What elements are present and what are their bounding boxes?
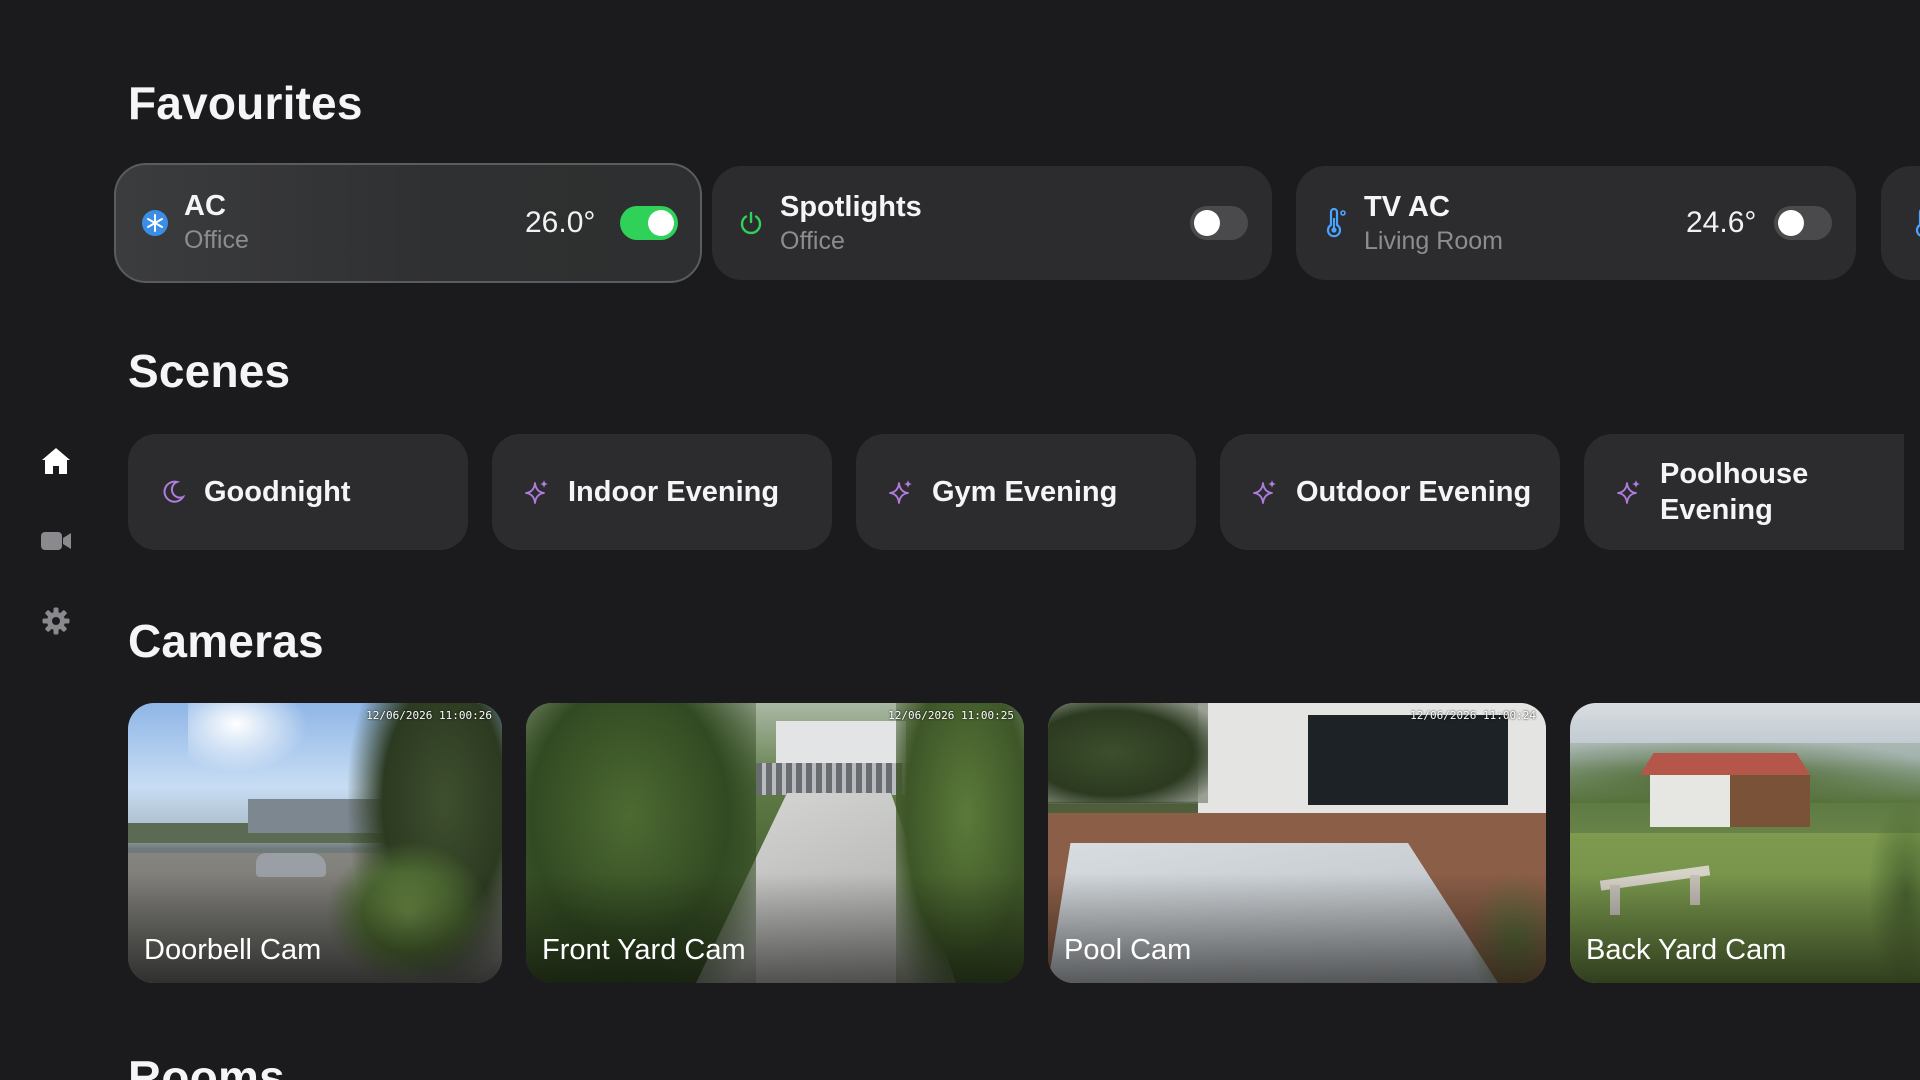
nav-cameras-button[interactable] — [36, 521, 76, 561]
camera-tile-doorbell[interactable]: 12/06/2026 11:00:26 Doorbell Cam — [128, 703, 502, 983]
favourite-toggle-spotlights[interactable] — [1190, 206, 1248, 240]
favourite-toggle-ac[interactable] — [620, 206, 678, 240]
scene-goodnight[interactable]: Goodnight — [128, 434, 468, 550]
camera-tile-pool[interactable]: 12/06/2026 11:00:24 Pool Cam — [1048, 703, 1546, 983]
scene-label: Gym Evening — [932, 476, 1118, 508]
scene-indoor-evening[interactable]: Indoor Evening — [492, 434, 832, 550]
camera-label: Back Yard Cam — [1586, 934, 1787, 966]
favourite-text: AC Office — [184, 189, 249, 257]
nav-settings-button[interactable] — [36, 601, 76, 641]
scene-outdoor-evening[interactable]: Outdoor Evening — [1220, 434, 1560, 550]
favourite-name: Spotlights — [780, 191, 922, 223]
camera-timestamp: 12/06/2026 11:00:26 — [366, 709, 492, 722]
nav-rail — [0, 0, 112, 1080]
toggle-knob — [648, 210, 674, 236]
favourite-text: TV AC Living Room — [1364, 190, 1503, 258]
camera-label: Pool Cam — [1064, 934, 1192, 966]
favourite-room: Living Room — [1364, 227, 1503, 255]
favourite-temperature: 26.0° — [525, 206, 596, 239]
camera-label: Doorbell Cam — [144, 934, 322, 966]
moon-icon — [158, 477, 188, 507]
sparkle-icon — [522, 477, 552, 507]
scenes-title: Scenes — [128, 345, 291, 397]
scene-label: Goodnight — [204, 476, 351, 508]
favourite-name: AC — [184, 190, 226, 222]
camera-timestamp: 12/06/2026 11:00:24 — [1410, 709, 1536, 722]
favourite-card-spotlights[interactable]: Spotlights Office — [712, 166, 1272, 280]
camera-tile-front-yard[interactable]: 12/06/2026 11:00:25 Front Yard Cam — [526, 703, 1024, 983]
video-camera-icon — [41, 532, 71, 550]
favourite-card-tv-ac[interactable]: TV AC Living Room 24.6° — [1296, 166, 1856, 280]
scene-poolhouse-evening[interactable]: Poolhouse Evening — [1584, 434, 1904, 550]
scene-gym-evening[interactable]: Gym Evening — [856, 434, 1196, 550]
favourite-room: Office — [184, 226, 249, 254]
toggle-knob — [1194, 210, 1220, 236]
favourite-card-ac[interactable]: AC Office 26.0° — [114, 163, 702, 283]
dashboard: Favourites AC Office 26.0° Spotlights Of… — [0, 0, 1920, 1080]
favourites-title: Favourites — [128, 77, 363, 129]
cameras-title: Cameras — [128, 615, 324, 667]
thermometer-icon — [1909, 208, 1920, 238]
sparkle-icon — [886, 477, 916, 507]
favourite-name: TV AC — [1364, 191, 1450, 223]
gear-icon — [42, 607, 70, 635]
camera-timestamp: 12/06/2026 11:00:25 — [888, 709, 1014, 722]
camera-tile-back-yard[interactable]: Back Yard Cam — [1570, 703, 1920, 983]
nav-home-button[interactable] — [36, 441, 76, 481]
favourite-temperature: 24.6° — [1686, 206, 1757, 239]
scene-label: Indoor Evening — [568, 476, 780, 508]
scene-label: Outdoor Evening — [1296, 476, 1532, 508]
home-icon — [42, 448, 70, 474]
camera-label: Front Yard Cam — [542, 934, 746, 966]
sparkle-icon — [1250, 477, 1280, 507]
favourite-room: Office — [780, 227, 845, 255]
rooms-title: Rooms — [128, 1051, 285, 1080]
favourite-card-partial[interactable] — [1881, 166, 1920, 280]
favourite-toggle-tv-ac[interactable] — [1774, 206, 1832, 240]
toggle-knob — [1778, 210, 1804, 236]
sparkle-icon — [1614, 477, 1644, 507]
snowflake-icon — [140, 208, 170, 238]
power-icon — [736, 208, 766, 238]
thermometer-icon — [1320, 208, 1350, 238]
favourite-text: Spotlights Office — [780, 190, 922, 258]
scene-label: Poolhouse Evening — [1660, 458, 1809, 526]
